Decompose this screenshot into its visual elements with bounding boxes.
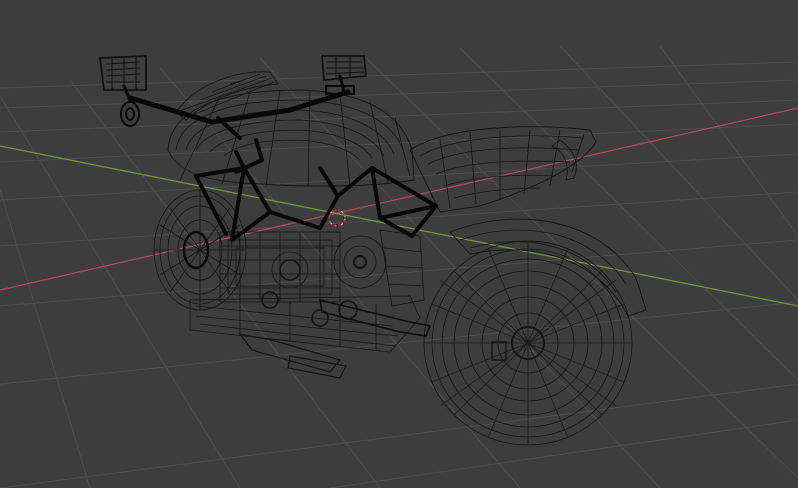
tail-section[interactable] [409,126,597,213]
viewport-canvas[interactable] [0,0,798,488]
handlebars[interactable] [120,74,355,127]
motorcycle-wireframe[interactable] [98,55,647,446]
rear-wheel[interactable] [423,240,633,446]
3d-viewport[interactable] [0,0,798,488]
y-axis-line [0,145,798,307]
lower-frame[interactable] [189,295,432,379]
